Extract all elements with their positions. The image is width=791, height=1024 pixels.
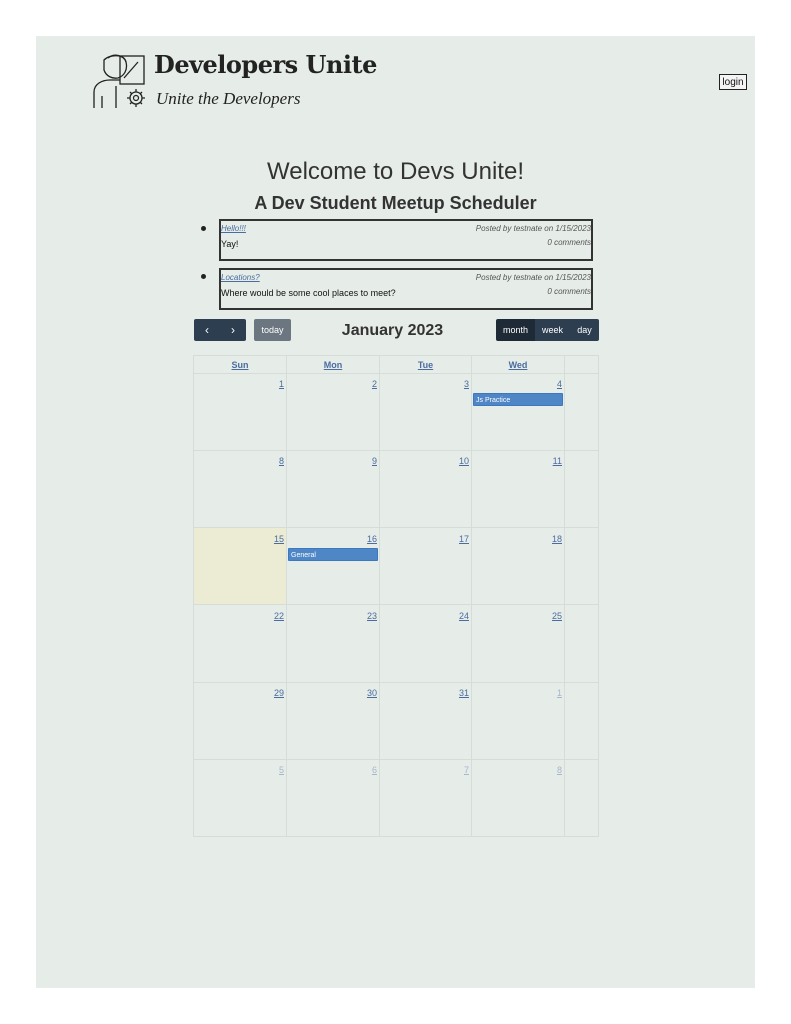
day-number[interactable]: 24 [439, 611, 469, 621]
day-number[interactable]: 4 [532, 379, 562, 389]
day-number[interactable]: 10 [439, 456, 469, 466]
day-number[interactable]: 1 [254, 379, 284, 389]
grid-line [379, 355, 380, 837]
welcome-heading: Welcome to Devs Unite! [267, 158, 524, 185]
day-number-other-month[interactable]: 6 [347, 765, 377, 775]
list-bullet [201, 226, 206, 231]
list-bullet [201, 274, 206, 279]
login-button[interactable]: login [719, 74, 747, 90]
day-number[interactable]: 8 [254, 456, 284, 466]
grid-line [193, 450, 599, 451]
view-day-button[interactable]: day [570, 319, 599, 341]
post-card: Hello!!! Posted by testnate on 1/15/2023… [219, 219, 593, 261]
view-week-button[interactable]: week [535, 319, 570, 341]
prev-button[interactable]: ‹ [194, 319, 220, 341]
day-number[interactable]: 17 [439, 534, 469, 544]
day-number[interactable]: 9 [347, 456, 377, 466]
calendar-event[interactable]: General [288, 548, 378, 561]
day-number[interactable]: 18 [532, 534, 562, 544]
grid-line [193, 682, 599, 683]
grid-line [193, 373, 599, 374]
day-number[interactable]: 31 [439, 688, 469, 698]
day-number[interactable]: 29 [254, 688, 284, 698]
developer-logo-icon [93, 54, 145, 108]
post-card: Locations? Posted by testnate on 1/15/20… [219, 268, 593, 310]
grid-line [193, 759, 599, 760]
day-number[interactable]: 11 [532, 456, 562, 466]
day-number-other-month[interactable]: 8 [532, 765, 562, 775]
grid-line [286, 355, 287, 837]
weekday-header-tue[interactable]: Tue [380, 360, 471, 370]
next-button[interactable]: › [220, 319, 246, 341]
chevron-right-icon: › [231, 323, 235, 337]
day-number-other-month[interactable]: 5 [254, 765, 284, 775]
site-title: Developers Unite [154, 50, 377, 79]
day-number-other-month[interactable]: 1 [532, 688, 562, 698]
post-meta: Posted by testnate on 1/15/2023 [475, 224, 591, 233]
day-number[interactable]: 2 [347, 379, 377, 389]
weekday-header-mon[interactable]: Mon [287, 360, 379, 370]
weekday-header-wed[interactable]: Wed [472, 360, 564, 370]
day-number[interactable]: 22 [254, 611, 284, 621]
chevron-left-icon: ‹ [205, 323, 209, 337]
calendar-event[interactable]: Js Practice [473, 393, 563, 406]
page-subtitle: A Dev Student Meetup Scheduler [254, 193, 537, 213]
site-tagline: Unite the Developers [156, 89, 301, 108]
grid-line [193, 527, 599, 528]
post-title-link[interactable]: Locations? [221, 273, 260, 282]
post-title-link[interactable]: Hello!!! [221, 224, 246, 233]
post-comments-count: 0 comments [547, 287, 591, 296]
day-number[interactable]: 3 [439, 379, 469, 389]
grid-line [564, 355, 565, 837]
weekday-header-sun[interactable]: Sun [194, 360, 286, 370]
today-button[interactable]: today [254, 319, 291, 341]
grid-line [193, 604, 599, 605]
view-month-button[interactable]: month [496, 319, 535, 341]
day-number[interactable]: 23 [347, 611, 377, 621]
day-number-today[interactable]: 15 [254, 534, 284, 544]
day-number[interactable]: 30 [347, 688, 377, 698]
day-number-other-month[interactable]: 7 [439, 765, 469, 775]
post-meta: Posted by testnate on 1/15/2023 [475, 273, 591, 282]
calendar-title: January 2023 [341, 322, 444, 339]
prev-next-group: ‹ › [194, 319, 246, 341]
day-number[interactable]: 16 [347, 534, 377, 544]
day-number[interactable]: 25 [532, 611, 562, 621]
post-comments-count: 0 comments [547, 238, 591, 247]
post-body: Where would be some cool places to meet? [221, 288, 396, 298]
grid-line [471, 355, 472, 837]
post-body: Yay! [221, 239, 239, 249]
view-switcher: month week day [496, 319, 599, 341]
